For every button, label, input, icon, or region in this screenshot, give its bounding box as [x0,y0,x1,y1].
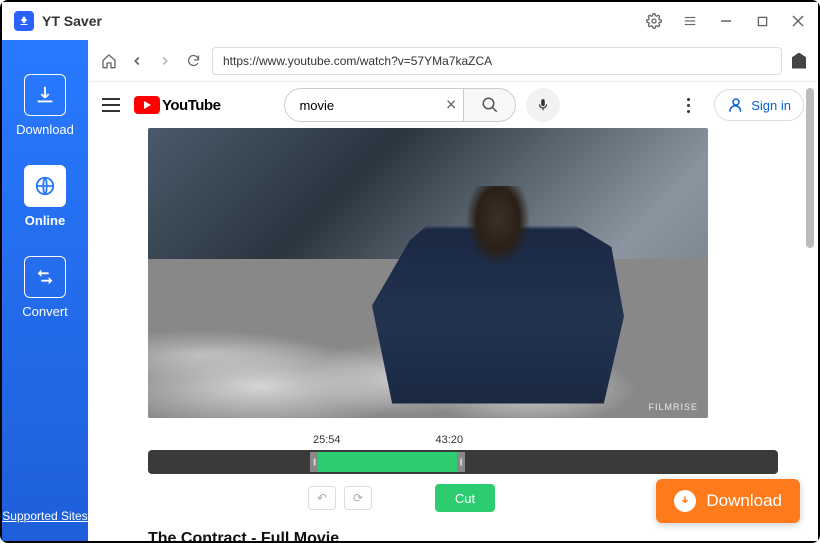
url-text: https://www.youtube.com/watch?v=57YMa7ka… [223,54,492,68]
sidebar-item-convert[interactable]: Convert [2,242,88,333]
scrollbar[interactable] [806,88,814,248]
forward-button[interactable] [156,52,174,70]
download-icon [674,490,696,512]
settings-icon[interactable] [646,13,662,29]
titlebar: YT Saver [2,2,818,40]
sidebar: Download Online Convert Supported Sites [2,40,88,541]
close-button[interactable] [790,13,806,29]
cut-label: Cut [455,491,475,506]
youtube-play-icon [134,96,160,114]
signin-label: Sign in [751,98,791,113]
download-icon [24,74,66,116]
minimize-button[interactable] [718,13,734,29]
maximize-button[interactable] [754,13,770,29]
sidebar-item-download[interactable]: Download [2,60,88,151]
globe-icon [24,165,66,207]
video-title: The Contract - Full Movie [148,530,778,541]
menu-icon[interactable] [682,13,698,29]
home-icon[interactable] [100,52,118,70]
app-logo-icon [14,11,34,31]
timeline-start-label: 25:54 [313,434,341,446]
hamburger-menu-icon[interactable] [102,98,120,112]
back-button[interactable] [128,52,146,70]
download-label: Download [706,491,782,511]
clear-search-icon[interactable]: × [446,95,457,116]
cut-button[interactable]: Cut [435,484,495,512]
timeline-handle-start[interactable] [310,452,318,472]
youtube-header: YouTube × Sign in [88,82,818,128]
supported-sites-link[interactable]: Supported Sites [2,509,87,523]
reload-button[interactable] [184,52,202,70]
timeline-bar[interactable] [148,450,778,474]
undo-button[interactable]: ↶ [308,486,336,510]
timeline-end-label: 43:20 [436,434,464,446]
youtube-search-button[interactable] [464,88,516,122]
youtube-logo-text: YouTube [162,97,220,114]
timeline-selection [318,452,457,472]
voice-search-button[interactable] [526,88,560,122]
sidebar-item-label: Convert [22,304,68,319]
url-input[interactable]: https://www.youtube.com/watch?v=57YMa7ka… [212,47,782,75]
redo-button[interactable]: ⟳ [344,486,372,510]
content-area: https://www.youtube.com/watch?v=57YMa7ka… [88,40,818,541]
timeline-handle-end[interactable] [457,452,465,472]
sidebar-item-label: Download [16,122,74,137]
download-button[interactable]: Download [656,479,800,523]
browser-bar: https://www.youtube.com/watch?v=57YMa7ka… [88,40,818,82]
video-watermark: FILMRISE [648,402,698,412]
app-title: YT Saver [42,13,102,29]
extension-icon[interactable] [792,53,806,69]
window-controls [646,13,806,29]
video-thumbnail[interactable]: FILMRISE [148,128,708,418]
more-options-icon[interactable] [676,98,700,113]
youtube-search-input[interactable] [284,88,464,122]
sidebar-item-label: Online [25,213,65,228]
sidebar-item-online[interactable]: Online [2,151,88,242]
signin-button[interactable]: Sign in [714,89,804,121]
youtube-logo[interactable]: YouTube [134,96,220,114]
convert-icon [24,256,66,298]
